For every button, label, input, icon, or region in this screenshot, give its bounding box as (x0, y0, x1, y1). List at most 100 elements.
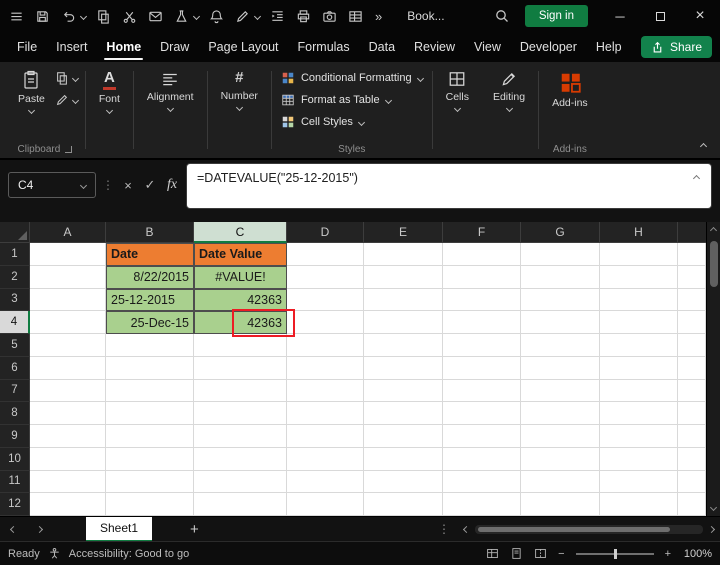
cell-styles-button[interactable]: Cell Styles (277, 111, 427, 133)
cell-g1[interactable] (521, 243, 600, 266)
column-header-f[interactable]: F (443, 222, 521, 243)
format-as-table-button[interactable]: Format as Table (277, 89, 427, 111)
cell-a6[interactable] (30, 356, 106, 380)
formula-input[interactable]: =DATEVALUE("25-12-2015") (186, 163, 712, 209)
sheet-nav-left-icon[interactable] (0, 525, 26, 533)
cell-e4[interactable] (364, 311, 443, 334)
cell-f12[interactable] (443, 493, 521, 516)
tab-data[interactable]: Data (368, 33, 396, 61)
row-header-9[interactable]: 9 (0, 425, 30, 448)
horizontal-scrollbar[interactable]: ⋮ (438, 522, 720, 536)
row-header-7[interactable]: 7 (0, 379, 30, 403)
cell-h1[interactable] (600, 243, 678, 266)
cell-g7[interactable] (521, 379, 600, 403)
cell-b4[interactable]: 25-Dec-15 (106, 311, 194, 334)
cell-d3[interactable] (287, 288, 364, 312)
cell-g9[interactable] (521, 425, 600, 448)
sign-in-button[interactable]: Sign in (524, 5, 588, 27)
collapse-ribbon-icon[interactable] (699, 142, 708, 151)
tab-formulas[interactable]: Formulas (297, 33, 351, 61)
vertical-scrollbar-thumb[interactable] (709, 241, 718, 287)
scroll-left-icon[interactable] (462, 525, 471, 533)
cut-icon[interactable] (121, 8, 138, 25)
tab-review[interactable]: Review (413, 33, 456, 61)
tab-developer[interactable]: Developer (519, 33, 578, 61)
cell-d1[interactable] (287, 243, 364, 266)
accessibility-status[interactable]: Accessibility: Good to go (69, 548, 189, 560)
cells-button[interactable]: Cells (438, 67, 477, 114)
cell-a5[interactable] (30, 334, 106, 357)
flask-icon[interactable] (173, 8, 190, 25)
pen-chevron-icon[interactable] (253, 12, 262, 20)
cell-d6[interactable] (287, 356, 364, 380)
cell-e11[interactable] (364, 470, 443, 494)
cell-f9[interactable] (443, 425, 521, 448)
zoom-slider-thumb[interactable] (613, 548, 617, 559)
cell-f7[interactable] (443, 379, 521, 403)
zoom-out-button[interactable]: − (558, 548, 564, 560)
cell-d8[interactable] (287, 402, 364, 425)
table-icon[interactable] (347, 8, 364, 25)
minimize-button[interactable]: ─ (600, 0, 640, 32)
cell-c4[interactable]: 42363 (194, 311, 287, 334)
row-header-12[interactable]: 12 (0, 493, 30, 516)
cell-f2[interactable] (443, 265, 521, 289)
cell-f11[interactable] (443, 470, 521, 494)
row-header-6[interactable]: 6 (0, 356, 30, 380)
cell-b5[interactable] (106, 334, 194, 357)
page-break-view-icon[interactable] (534, 547, 547, 560)
cell-c7[interactable] (194, 379, 287, 403)
save-icon[interactable] (34, 8, 51, 25)
cell-c8[interactable] (194, 402, 287, 425)
cell-d2[interactable] (287, 265, 364, 289)
cell-h11[interactable] (600, 470, 678, 494)
select-all-corner[interactable] (0, 222, 30, 243)
cell-a11[interactable] (30, 470, 106, 494)
cell-b8[interactable] (106, 402, 194, 425)
cell-h9[interactable] (600, 425, 678, 448)
enter-button[interactable]: ✓ (140, 172, 160, 198)
cell-b11[interactable] (106, 470, 194, 494)
row-header-11[interactable]: 11 (0, 470, 30, 494)
cell-f10[interactable] (443, 447, 521, 471)
accessibility-icon[interactable] (48, 547, 61, 560)
cell-g10[interactable] (521, 447, 600, 471)
cell-g2[interactable] (521, 265, 600, 289)
cell-h8[interactable] (600, 402, 678, 425)
indent-icon[interactable] (269, 8, 286, 25)
cell-d5[interactable] (287, 334, 364, 357)
cell-b9[interactable] (106, 425, 194, 448)
printer-icon[interactable] (295, 8, 312, 25)
cell-a4[interactable] (30, 311, 106, 334)
cell-e9[interactable] (364, 425, 443, 448)
cell-d4[interactable] (287, 311, 364, 334)
cell-a8[interactable] (30, 402, 106, 425)
cell-b3[interactable]: 25-12-2015 (106, 288, 194, 312)
cell-b1[interactable]: Date (106, 243, 194, 266)
cell-a7[interactable] (30, 379, 106, 403)
font-button[interactable]: A Font (91, 67, 128, 116)
maximize-button[interactable] (640, 0, 680, 32)
name-box[interactable]: C4 (8, 172, 96, 198)
cancel-button[interactable]: × (118, 172, 138, 198)
mail-icon[interactable] (147, 8, 164, 25)
bell-icon[interactable] (208, 8, 225, 25)
cell-h10[interactable] (600, 447, 678, 471)
scroll-down-icon[interactable] (709, 503, 718, 512)
cell-c2[interactable]: #VALUE! (194, 265, 287, 289)
cell-e3[interactable] (364, 288, 443, 312)
column-header-e[interactable]: E (364, 222, 443, 243)
zoom-in-button[interactable]: + (665, 548, 671, 560)
menu-icon[interactable] (8, 8, 25, 25)
cell-f3[interactable] (443, 288, 521, 312)
row-header-10[interactable]: 10 (0, 447, 30, 471)
cell-c6[interactable] (194, 356, 287, 380)
editing-button[interactable]: Editing (485, 67, 533, 114)
cell-c10[interactable] (194, 447, 287, 471)
addins-button[interactable]: Add-ins (544, 67, 596, 112)
cell-c12[interactable] (194, 493, 287, 516)
cell-g12[interactable] (521, 493, 600, 516)
horizontal-scrollbar-thumb[interactable] (478, 526, 670, 532)
cell-h12[interactable] (600, 493, 678, 516)
add-sheet-button[interactable]: + (190, 521, 199, 538)
